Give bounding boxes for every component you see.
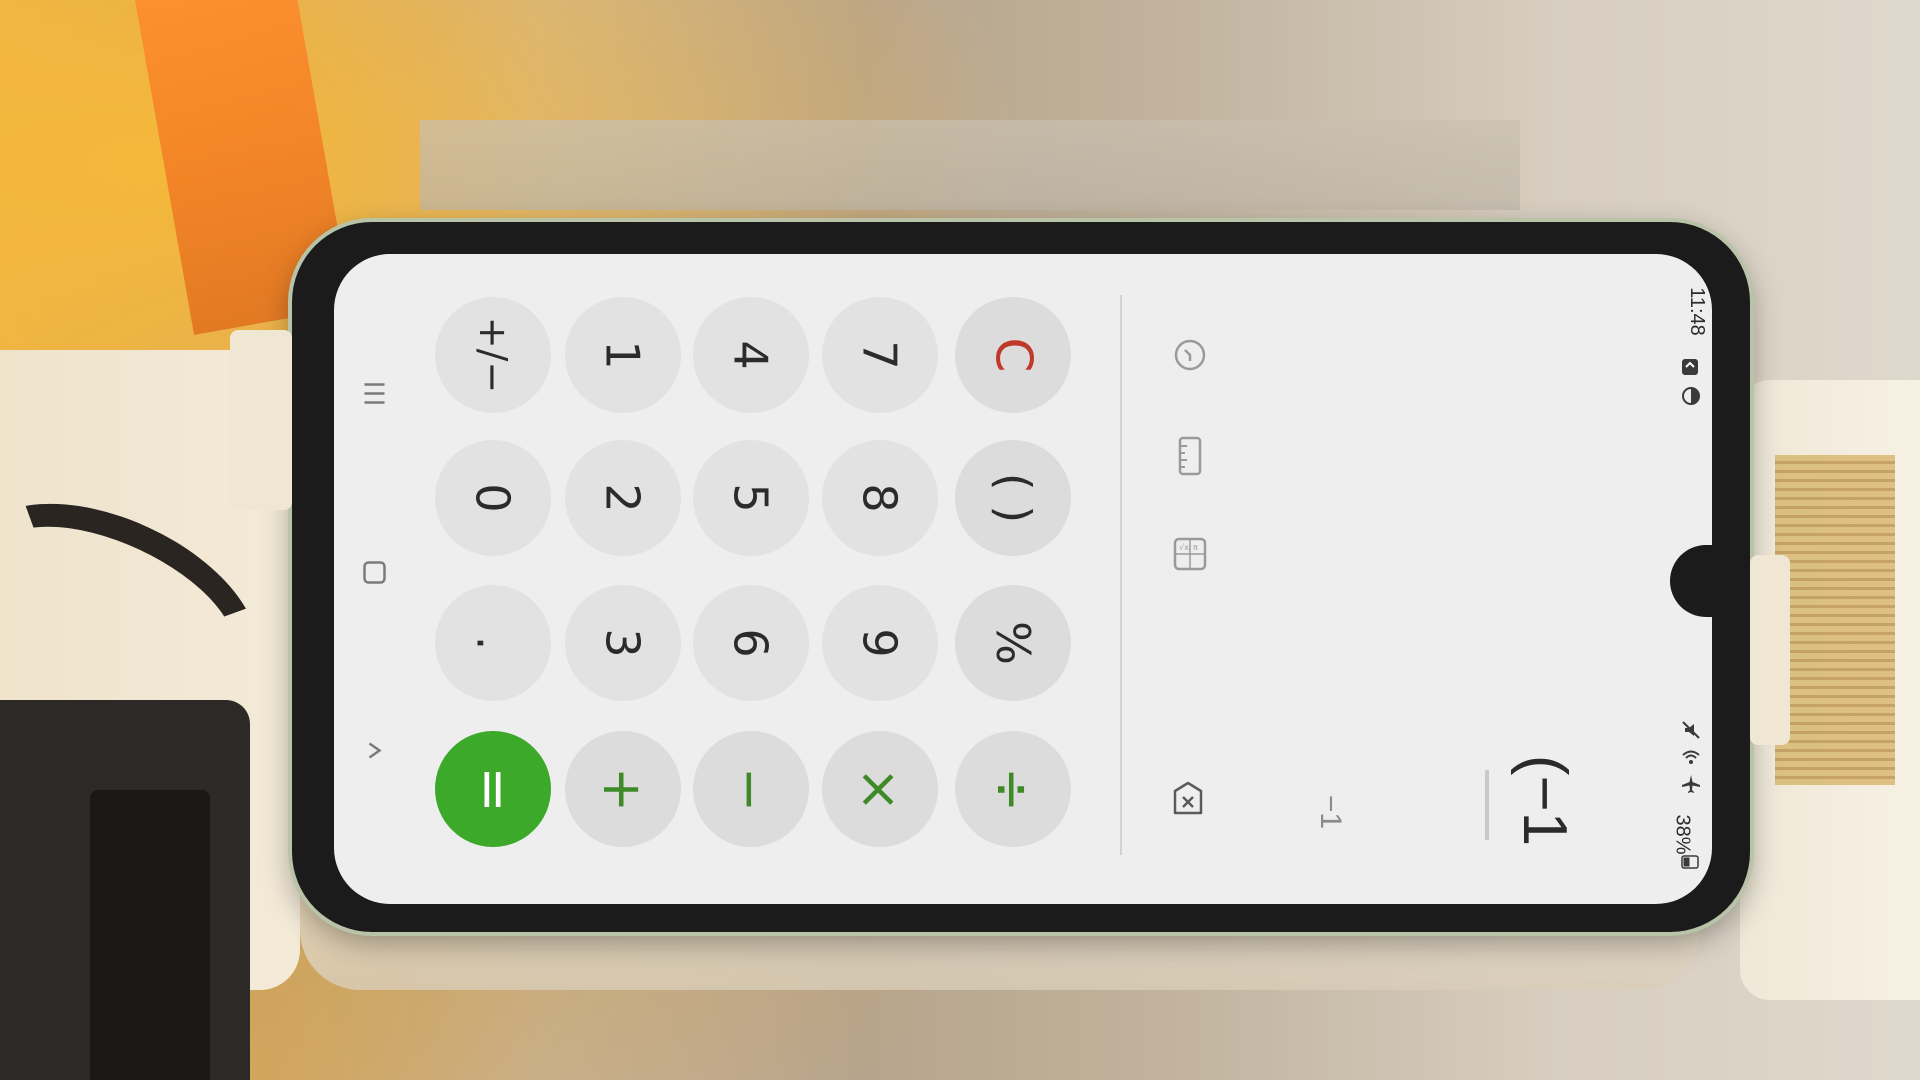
- battery-icon: [1681, 852, 1701, 869]
- digit-6-button[interactable]: 6: [693, 585, 809, 701]
- back-icon[interactable]: [353, 736, 390, 766]
- parentheses-button[interactable]: ( ): [955, 440, 1071, 556]
- equals-button[interactable]: =: [435, 731, 551, 847]
- svg-text:π: π: [1193, 543, 1198, 552]
- keypad-divider: [1120, 295, 1122, 855]
- digit-5-button[interactable]: 5: [693, 440, 809, 556]
- svg-text:√x: √x: [1179, 543, 1189, 552]
- digit-3-button[interactable]: 3: [565, 585, 681, 701]
- phone-clip-left: [230, 330, 292, 510]
- percent-button[interactable]: %: [955, 585, 1071, 701]
- divide-button[interactable]: ÷: [955, 731, 1071, 847]
- phone-clip-right: [1750, 555, 1790, 745]
- decimal-button[interactable]: .: [435, 585, 551, 701]
- multiply-button[interactable]: ×: [822, 731, 938, 847]
- recents-icon[interactable]: [353, 379, 390, 409]
- wifi-icon: [1681, 748, 1703, 770]
- background-label: [1775, 455, 1895, 785]
- digit-4-button[interactable]: 4: [693, 297, 809, 413]
- notification-icon: [1681, 358, 1703, 376]
- backspace-icon[interactable]: [1168, 778, 1208, 818]
- background-block-inner: [90, 790, 210, 1080]
- digit-8-button[interactable]: 8: [822, 440, 938, 556]
- digit-7-button[interactable]: 7: [822, 297, 938, 413]
- battery-percent: 38%: [1671, 814, 1694, 855]
- clear-button[interactable]: C: [955, 297, 1071, 413]
- formula-display[interactable]: (−1: [1470, 740, 1620, 860]
- airplane-icon: [1681, 774, 1703, 796]
- sign-toggle-button[interactable]: +/−: [435, 297, 551, 413]
- history-icon[interactable]: [1170, 335, 1210, 375]
- digit-1-button[interactable]: 1: [565, 297, 681, 413]
- scientific-icon[interactable]: √x π: [1170, 534, 1210, 574]
- result-preview: −1: [1314, 794, 1347, 830]
- digit-0-button[interactable]: 0: [435, 440, 551, 556]
- digit-2-button[interactable]: 2: [565, 440, 681, 556]
- minus-button[interactable]: −: [693, 731, 809, 847]
- ruler-icon[interactable]: [1170, 436, 1210, 476]
- mute-icon: [1681, 720, 1703, 742]
- sync-icon: [1681, 386, 1703, 408]
- background-shelf: [420, 120, 1520, 210]
- home-icon[interactable]: [354, 559, 389, 587]
- digit-9-button[interactable]: 9: [822, 585, 938, 701]
- camera-notch: [1670, 545, 1740, 617]
- plus-button[interactable]: +: [565, 731, 681, 847]
- status-time: 11:48: [1685, 287, 1708, 336]
